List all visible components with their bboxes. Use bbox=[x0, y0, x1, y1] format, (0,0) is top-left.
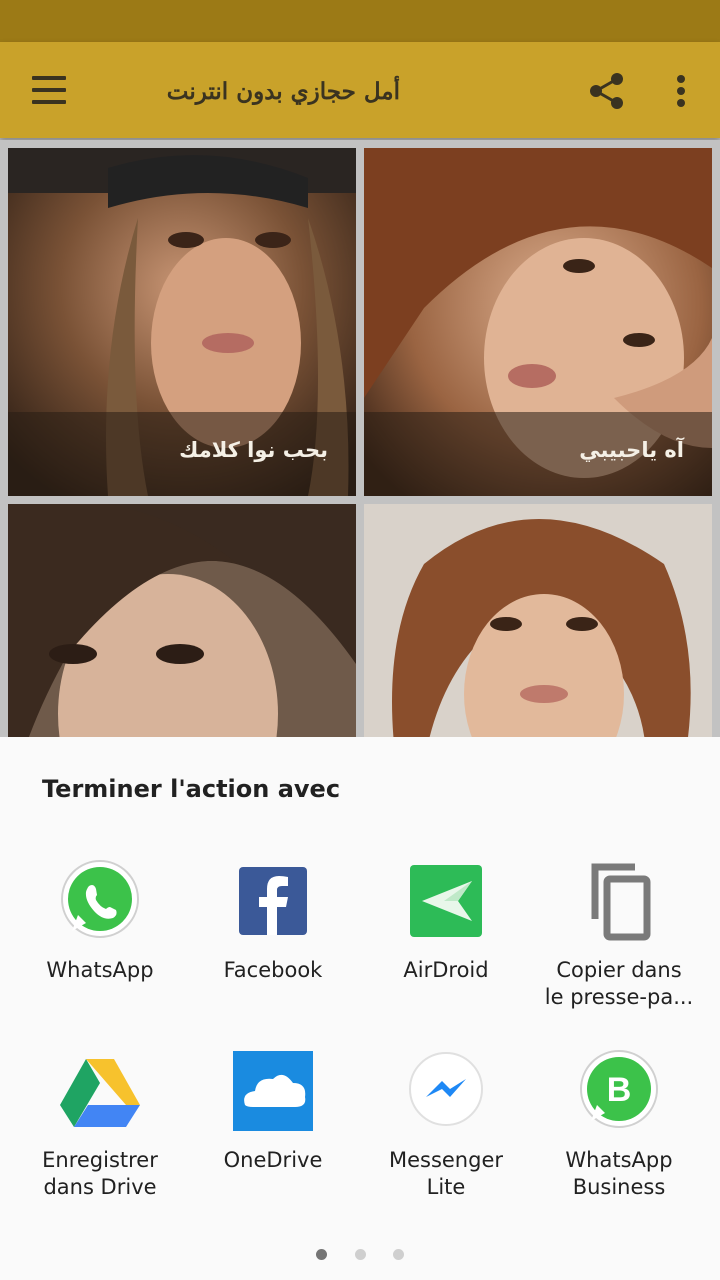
song-photo bbox=[8, 504, 356, 737]
share-target-label: Copier dans le presse-pa... bbox=[544, 958, 694, 1009]
song-tile[interactable] bbox=[8, 504, 356, 737]
share-target-whatsapp-business[interactable]: B WhatsApp Business bbox=[533, 1049, 705, 1201]
share-target-label: AirDroid bbox=[403, 958, 489, 982]
share-target-label: WhatsApp Business bbox=[565, 1148, 673, 1199]
onedrive-icon bbox=[233, 1051, 313, 1131]
status-bar bbox=[0, 0, 720, 42]
share-target-label: Messenger Lite bbox=[388, 1148, 504, 1199]
google-drive-icon bbox=[60, 1059, 140, 1127]
share-target-label: WhatsApp bbox=[46, 958, 154, 982]
share-target-onedrive[interactable]: OneDrive bbox=[187, 1049, 359, 1174]
messenger-lite-icon bbox=[409, 1052, 483, 1126]
song-grid: بحب نوا كلامك آه ياحبيبي bbox=[0, 140, 720, 737]
share-target-copy[interactable]: Copier dans le presse-pa... bbox=[533, 859, 705, 1011]
song-title: آه ياحبيبي bbox=[579, 438, 684, 462]
share-icon[interactable] bbox=[586, 70, 628, 112]
page-dot[interactable] bbox=[316, 1249, 328, 1260]
share-target-label: Enregistrer dans Drive bbox=[42, 1148, 158, 1199]
share-target-messenger-lite[interactable]: Messenger Lite bbox=[360, 1049, 532, 1201]
share-target-drive[interactable]: Enregistrer dans Drive bbox=[14, 1049, 186, 1201]
svg-text:B: B bbox=[607, 1071, 632, 1109]
song-photo bbox=[364, 504, 712, 737]
page-indicator bbox=[0, 1245, 720, 1264]
share-target-whatsapp[interactable]: WhatsApp bbox=[14, 859, 186, 984]
song-tile[interactable]: آه ياحبيبي bbox=[364, 148, 712, 496]
song-title: بحب نوا كلامك bbox=[179, 438, 328, 462]
hamburger-menu-icon[interactable] bbox=[26, 72, 72, 108]
share-sheet-title: Terminer l'action avec bbox=[42, 775, 341, 803]
page-title: أمل حجازي بدون انترنت bbox=[166, 78, 400, 105]
whatsapp-icon bbox=[61, 860, 139, 938]
airdroid-icon bbox=[410, 865, 482, 937]
more-vert-icon[interactable] bbox=[666, 70, 696, 112]
copy-icon bbox=[591, 863, 651, 941]
song-tile[interactable] bbox=[364, 504, 712, 737]
app-bar: أمل حجازي بدون انترنت bbox=[0, 42, 720, 138]
page-dot[interactable] bbox=[354, 1249, 366, 1260]
caption-bar: بحب نوا كلامك bbox=[8, 412, 356, 496]
share-target-facebook[interactable]: Facebook bbox=[187, 859, 359, 984]
whatsapp-business-icon: B bbox=[580, 1050, 658, 1128]
share-sheet: Terminer l'action avec WhatsApp Facebook… bbox=[0, 737, 720, 1280]
page-dot[interactable] bbox=[392, 1249, 404, 1260]
song-tile[interactable]: بحب نوا كلامك bbox=[8, 148, 356, 496]
facebook-icon bbox=[239, 867, 307, 935]
caption-bar: آه ياحبيبي bbox=[364, 412, 712, 496]
share-target-label: OneDrive bbox=[223, 1148, 323, 1172]
share-target-airdroid[interactable]: AirDroid bbox=[360, 859, 532, 984]
share-target-label: Facebook bbox=[223, 958, 323, 982]
